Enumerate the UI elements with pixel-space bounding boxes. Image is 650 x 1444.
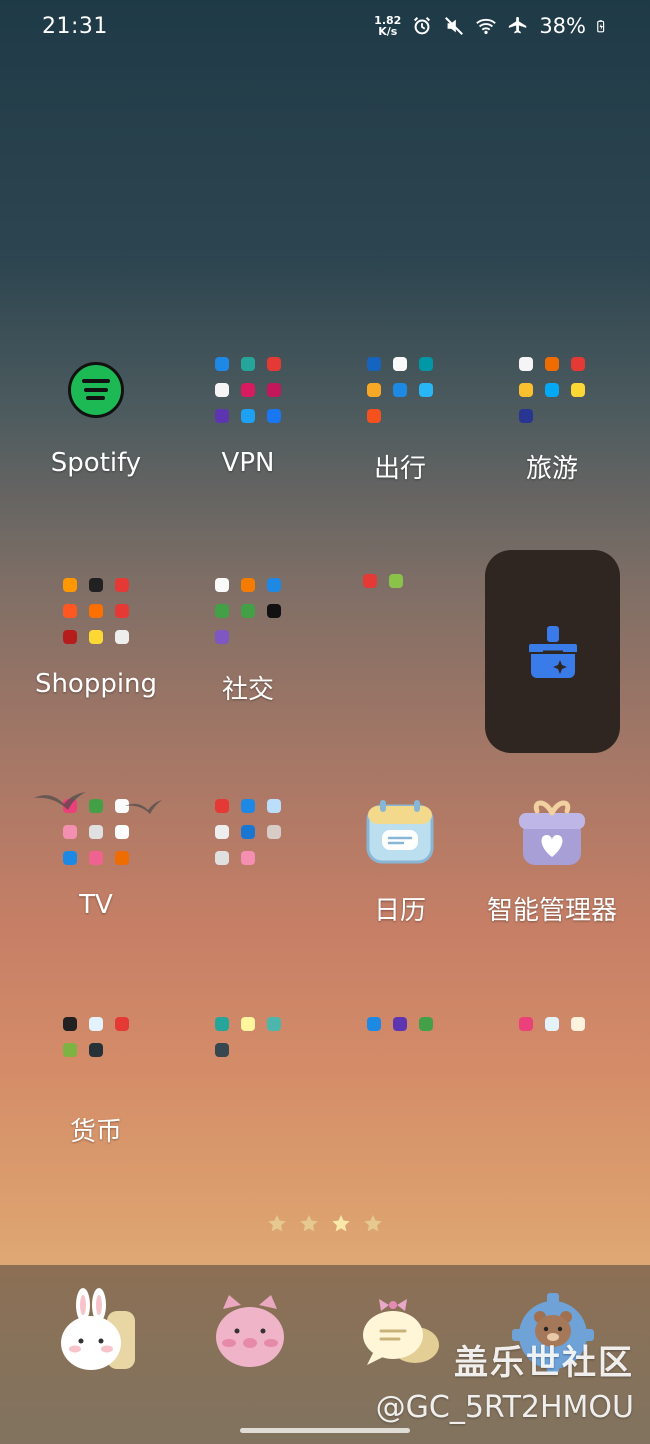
page-dot-star-icon[interactable] [363,1214,383,1234]
folder-icon [208,350,288,430]
folder-label: TV [79,890,113,920]
folder-icon [360,350,440,430]
watermark-username: @GC_5RT2HMOU [375,1390,634,1425]
watermark-title: 盖乐世社区 [454,1343,634,1383]
app-label: 智能管理器 [486,896,617,926]
alarm-icon [414,17,431,35]
page-indicator[interactable] [0,1214,650,1234]
bunny-phone-icon[interactable] [55,1287,145,1377]
spotify-icon [56,350,136,430]
status-bar: 21:31 1.82 K/s 38% [0,0,650,56]
folder-icon [208,571,288,651]
folder-unnamed-4[interactable] [324,993,476,1193]
app-spotify[interactable]: Spotify [20,330,172,530]
battery-icon [597,20,605,33]
folder-unnamed[interactable] [324,551,476,751]
network-speed: 1.82 K/s [374,15,401,37]
battery-percent: 38% [539,14,586,38]
folder-unnamed-3[interactable] [172,993,324,1193]
cleaner-widget[interactable] [485,550,620,753]
folder-tv[interactable]: TV [20,772,172,972]
folder-shopping[interactable]: Shopping [20,551,172,751]
app-label: 日历 [373,896,426,926]
folder-icon [208,1013,288,1093]
folder-unnamed-2[interactable] [172,772,324,972]
folder-icon [512,350,592,430]
folder-vpn[interactable]: VPN [172,330,324,530]
network-speed-unit: K/s [378,25,398,38]
folder-icon [512,1013,592,1093]
broom-sparkle-icon [528,625,577,678]
wifi-icon [476,18,497,35]
folder-icon [360,1013,440,1093]
pig-icon[interactable] [205,1287,295,1377]
folder-icon [56,571,136,651]
status-icons: 1.82 K/s 38% [374,14,610,38]
page-dot-star-active-icon[interactable] [331,1214,351,1234]
gift-box-icon [512,792,592,872]
folder-travel[interactable]: 出行 [324,330,476,530]
app-label: Spotify [50,448,142,478]
folder-currency[interactable]: 货币 [20,993,172,1193]
folder-icon [360,571,440,651]
folder-label: Shopping [34,669,158,699]
clock: 21:31 [42,14,108,39]
folder-label: 社交 [221,675,274,705]
home-indicator[interactable] [240,1428,410,1433]
app-device-care[interactable]: 智能管理器 [476,772,628,972]
mute-icon [445,17,464,35]
folder-icon [208,792,288,872]
page-dot-star-icon[interactable] [267,1214,287,1234]
folder-tourism[interactable]: 旅游 [476,330,628,530]
page-dot-star-icon[interactable] [299,1214,319,1234]
community-watermark: 盖乐世社区 @GC_5RT2HMOU [376,1335,634,1425]
folder-label: 出行 [373,454,426,484]
folder-label: 货币 [69,1117,122,1147]
airplane-icon [509,16,527,34]
folder-social[interactable]: 社交 [172,551,324,751]
folder-label: VPN [221,448,275,478]
folder-unnamed-5[interactable] [476,993,628,1193]
calendar-icon [360,792,440,872]
app-calendar[interactable]: 日历 [324,772,476,972]
folder-label: 旅游 [525,454,578,484]
bird-decoration [34,792,162,814]
folder-icon [56,1013,136,1093]
